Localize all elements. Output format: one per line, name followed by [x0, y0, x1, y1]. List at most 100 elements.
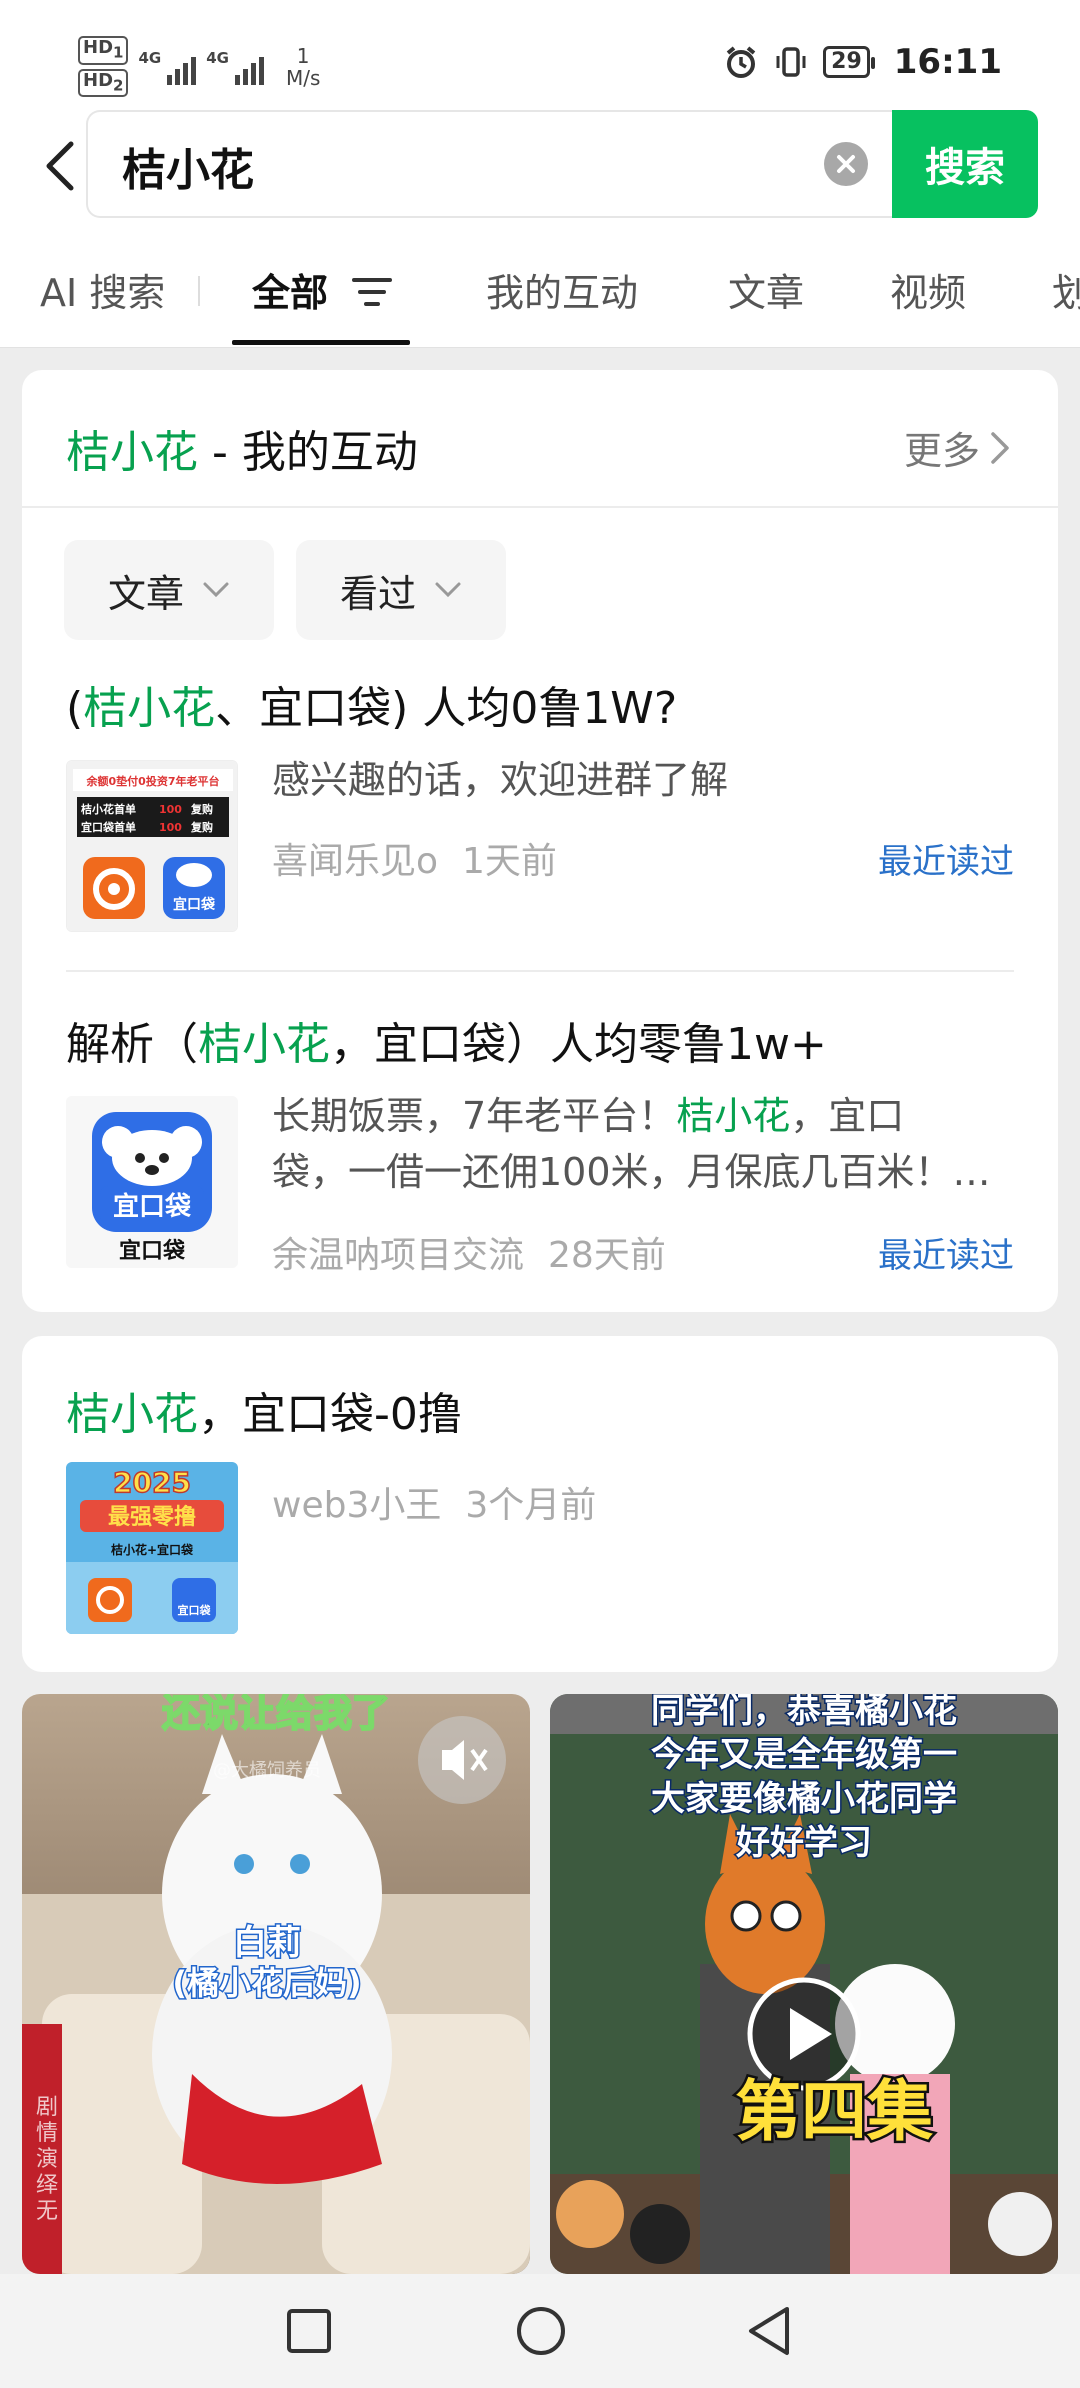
home-button[interactable]	[506, 2296, 576, 2366]
chevron-down-icon	[435, 582, 461, 598]
search-button[interactable]: 搜索	[892, 110, 1038, 218]
poster-badge: 宜口袋	[178, 1603, 212, 1617]
divider	[66, 970, 1014, 972]
title-keyword: 桔小花	[66, 427, 198, 478]
divider	[22, 506, 1058, 508]
video-top-caption: 还说让给我了	[162, 1694, 390, 1735]
title-part: (	[66, 683, 84, 734]
side-note-char: 演	[36, 2147, 58, 2172]
vibrate-icon	[776, 47, 806, 77]
result-source[interactable]: 喜闻乐见o	[272, 841, 438, 882]
video-side-note: 剧情演绎无	[36, 2095, 58, 2224]
chevron-down-icon	[203, 582, 229, 598]
back-button[interactable]	[34, 136, 86, 196]
card-title: 桔小花 - 我的互动	[66, 416, 418, 480]
result-snippet: 感兴趣的话，欢迎进群了解	[272, 758, 729, 802]
result-meta: 余温呐项目交流 28天前	[272, 1226, 666, 1278]
result-title[interactable]: 桔小花，宜口袋-0撸	[66, 1378, 462, 1442]
title-part: 解析（	[66, 1019, 198, 1070]
title-keyword: 桔小花	[198, 1019, 330, 1070]
tab-videos[interactable]: 视频	[890, 262, 966, 317]
status-right: 29 16:11	[723, 42, 1002, 82]
video-character-name: 白莉	[233, 1923, 301, 1963]
app-logo-image: 宜口袋 宜口袋	[66, 1096, 238, 1268]
clock: 16:11	[893, 42, 1002, 82]
search-header: 桔小花 搜索	[0, 110, 1080, 230]
alarm-icon	[726, 46, 756, 78]
poster-headline: 最强零撸	[108, 1504, 196, 1530]
signal-2-icon: 4G	[206, 49, 264, 85]
circle-icon	[517, 2307, 565, 2355]
more-link[interactable]: 更多	[904, 420, 1010, 475]
result-thumbnail[interactable]: 宜口袋 宜口袋	[66, 1096, 238, 1268]
thumb-row2-num: 100	[159, 821, 182, 834]
hd-badge-1: HD1	[78, 36, 129, 65]
tab-my-interactions[interactable]: 我的互动	[486, 262, 638, 317]
result-source[interactable]: web3小王	[272, 1485, 441, 1526]
video-caption-line: 大家要像橘小花同学	[651, 1779, 957, 1819]
result-time: 28天前	[548, 1235, 666, 1276]
thumb-row1-name: 桔小花首单	[81, 802, 136, 816]
result-time: 1天前	[462, 841, 557, 882]
network-speed: 1 M/s	[286, 45, 320, 89]
filter-chip-type[interactable]: 文章	[64, 540, 274, 640]
back-nav-button[interactable]	[734, 2296, 804, 2366]
side-note-char: 剧	[36, 2095, 58, 2120]
poster-year: 2025	[113, 1466, 191, 1499]
promo-thumbnail-image: 余额0垫付0投资7年老平台 桔小花首单 100 复购 宜口袋首单 100 复购 …	[67, 761, 237, 931]
active-tab-indicator	[232, 340, 410, 345]
thumb-row2-name: 宜口袋首单	[81, 820, 136, 834]
hd-indicators: HD1 HD2	[78, 36, 129, 98]
result-thumbnail[interactable]: 2025 最强零撸 桔小花+宜口袋 宜口袋	[66, 1462, 238, 1634]
video-watermark: @大橘饲养员	[213, 1760, 321, 1781]
tab-more-partial[interactable]: 划	[1052, 262, 1080, 317]
network-type-2: 4G	[206, 48, 229, 67]
search-input[interactable]: 桔小花	[86, 110, 892, 218]
signal-1-icon: 4G	[138, 48, 197, 85]
chevron-right-icon	[991, 431, 1009, 464]
title-keyword: 桔小花	[66, 1389, 198, 1440]
article-result-card[interactable]: 桔小花，宜口袋-0撸 2025 最强零撸 桔小花+宜口袋 宜口袋 web3小王 3…	[22, 1336, 1058, 1672]
chip-label: 文章	[107, 571, 184, 616]
thumb-app-label: 宜口袋	[113, 1191, 192, 1222]
system-navigation-bar	[0, 2274, 1080, 2388]
tab-ai-search[interactable]: AI 搜索	[40, 262, 165, 317]
snippet-text: ，宜口	[790, 1094, 905, 1138]
filter-chip-status[interactable]: 看过	[296, 540, 506, 640]
filter-icon[interactable]	[352, 276, 392, 308]
result-title[interactable]: 解析（桔小花，宜口袋）人均零鲁1w+	[66, 1008, 827, 1072]
network-type-1: 4G	[138, 48, 162, 67]
clear-search-button[interactable]	[824, 142, 868, 186]
result-time: 3个月前	[465, 1485, 597, 1526]
tab-all[interactable]: 全部	[252, 262, 328, 317]
tab-articles[interactable]: 文章	[728, 262, 804, 317]
speed-unit: M/s	[285, 65, 321, 90]
video-caption-line: 好好学习	[735, 1823, 872, 1863]
snippet-line-2: 袋，一借一还佣100米，月保底几百米！…	[272, 1150, 991, 1194]
title-part: ，宜口袋）人均零鲁1w+	[330, 1019, 827, 1070]
search-query-text: 桔小花	[122, 145, 254, 196]
recent-apps-button[interactable]	[274, 2296, 344, 2366]
square-icon	[287, 2309, 331, 2353]
result-thumbnail[interactable]: 余额0垫付0投资7年老平台 桔小花首单 100 复购 宜口袋首单 100 复购 …	[66, 760, 238, 932]
more-label: 更多	[903, 429, 980, 473]
thumb-row1-num: 100	[159, 803, 182, 816]
video-frame-image: 同学们，恭喜橘小花 今年又是全年级第一 大家要像橘小花同学 好好学习 第四集	[550, 1694, 1058, 2274]
status-bar: HD1 HD2 4G 4G 1 M/s 29 16:11	[0, 0, 1080, 110]
result-source[interactable]: 余温呐项目交流	[272, 1235, 524, 1276]
battery-icon: 29	[823, 46, 875, 78]
title-keyword: 桔小花	[83, 683, 216, 734]
thumb-caption: 宜口袋	[119, 1238, 186, 1264]
result-snippet: 长期饭票，7年老平台！桔小花，宜口 袋，一借一还佣100米，月保底几百米！…	[272, 1088, 1032, 1200]
video-episode-label: 第四集	[735, 2073, 933, 2150]
video-frame-image: 还说让给我了 @大橘饲养员 白莉 (橘小花后妈) 剧情演绎无	[22, 1694, 530, 2274]
video-thumbnail[interactable]: 还说让给我了 @大橘饲养员 白莉 (橘小花后妈) 剧情演绎无	[22, 1694, 530, 2274]
snippet-line-1: 长期饭票，7年老平台！桔小花，宜口	[272, 1088, 1032, 1144]
thumb-line1: 余额0垫付0投资7年老平台	[86, 774, 220, 788]
result-title[interactable]: (桔小花、宜口袋) 人均0鲁1W?	[66, 672, 677, 736]
result-meta: web3小王 3个月前	[272, 1476, 596, 1528]
video-thumbnail[interactable]: 同学们，恭喜橘小花 今年又是全年级第一 大家要像橘小花同学 好好学习 第四集	[550, 1694, 1058, 2274]
thumb-row1-action: 复购	[190, 802, 213, 816]
close-icon	[837, 155, 855, 173]
recently-read-tag: 最近读过	[878, 1236, 1014, 1276]
